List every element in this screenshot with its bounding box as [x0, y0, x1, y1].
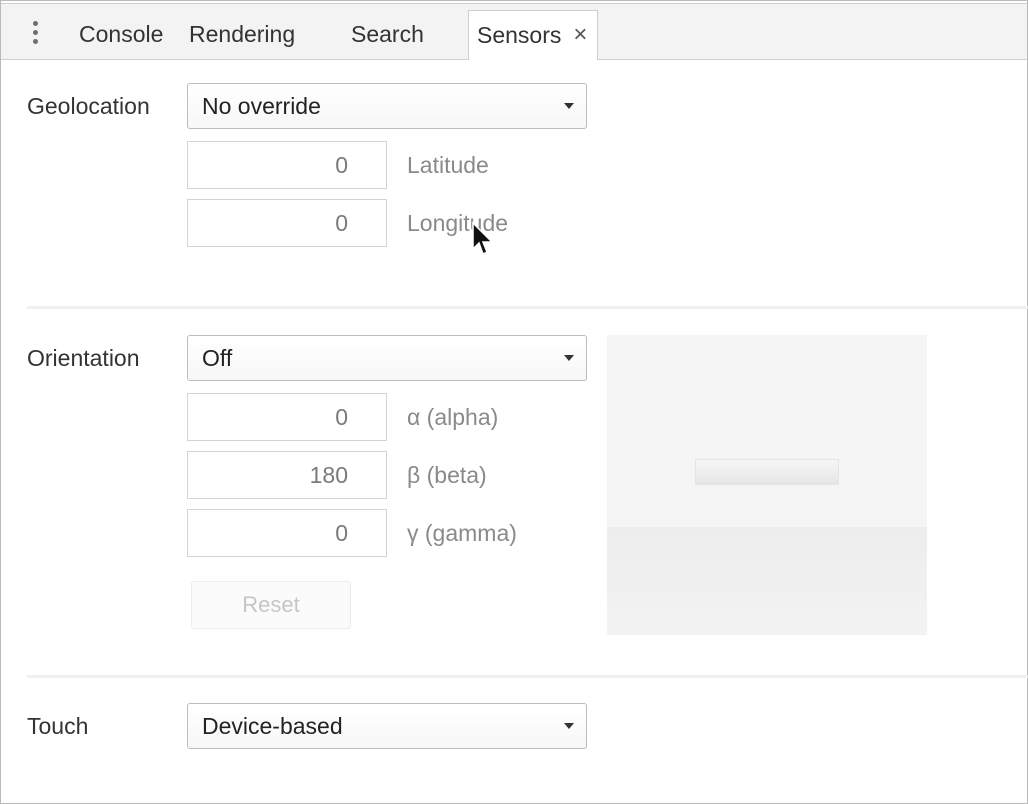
section-divider — [27, 675, 1028, 678]
gamma-input[interactable]: 0 — [187, 509, 387, 557]
close-icon[interactable]: × — [573, 11, 587, 59]
beta-input[interactable]: 180 — [187, 451, 387, 499]
geolocation-select[interactable]: No override — [187, 83, 587, 129]
geolocation-select-value: No override — [202, 93, 321, 119]
chevron-down-icon — [564, 103, 574, 109]
tab-sensors[interactable]: Sensors × — [468, 10, 599, 60]
beta-label: β (beta) — [407, 462, 487, 488]
devtools-drawer: Console Rendering Search Sensors × Geoloc… — [0, 0, 1028, 804]
orientation-select[interactable]: Off — [187, 335, 587, 381]
touch-select-value: Device-based — [202, 713, 343, 739]
alpha-input[interactable]: 0 — [187, 393, 387, 441]
touch-select[interactable]: Device-based — [187, 703, 587, 749]
geolocation-label: Geolocation — [27, 93, 150, 119]
reset-button[interactable]: Reset — [191, 581, 351, 629]
orientation-label: Orientation — [27, 345, 140, 371]
latitude-label: Latitude — [407, 152, 489, 178]
chevron-down-icon — [564, 723, 574, 729]
latitude-input[interactable]: 0 — [187, 141, 387, 189]
tab-sensors-label: Sensors — [477, 22, 562, 48]
longitude-input[interactable]: 0 — [187, 199, 387, 247]
tab-console[interactable]: Console — [79, 10, 163, 58]
tab-search[interactable]: Search — [351, 10, 424, 58]
tab-rendering[interactable]: Rendering — [189, 10, 295, 58]
drawer-tab-bar: Console Rendering Search Sensors × — [1, 3, 1027, 60]
orientation-preview-floor — [607, 527, 927, 635]
longitude-label: Longitude — [407, 210, 509, 236]
section-divider — [27, 306, 1028, 309]
orientation-select-value: Off — [202, 345, 233, 371]
orientation-preview[interactable] — [607, 335, 927, 635]
touch-label: Touch — [27, 713, 89, 739]
gamma-label: γ (gamma) — [407, 520, 517, 546]
chevron-down-icon — [564, 355, 574, 361]
device-model[interactable] — [695, 459, 839, 485]
alpha-label: α (alpha) — [407, 404, 499, 430]
more-vertical-icon[interactable] — [25, 18, 45, 48]
